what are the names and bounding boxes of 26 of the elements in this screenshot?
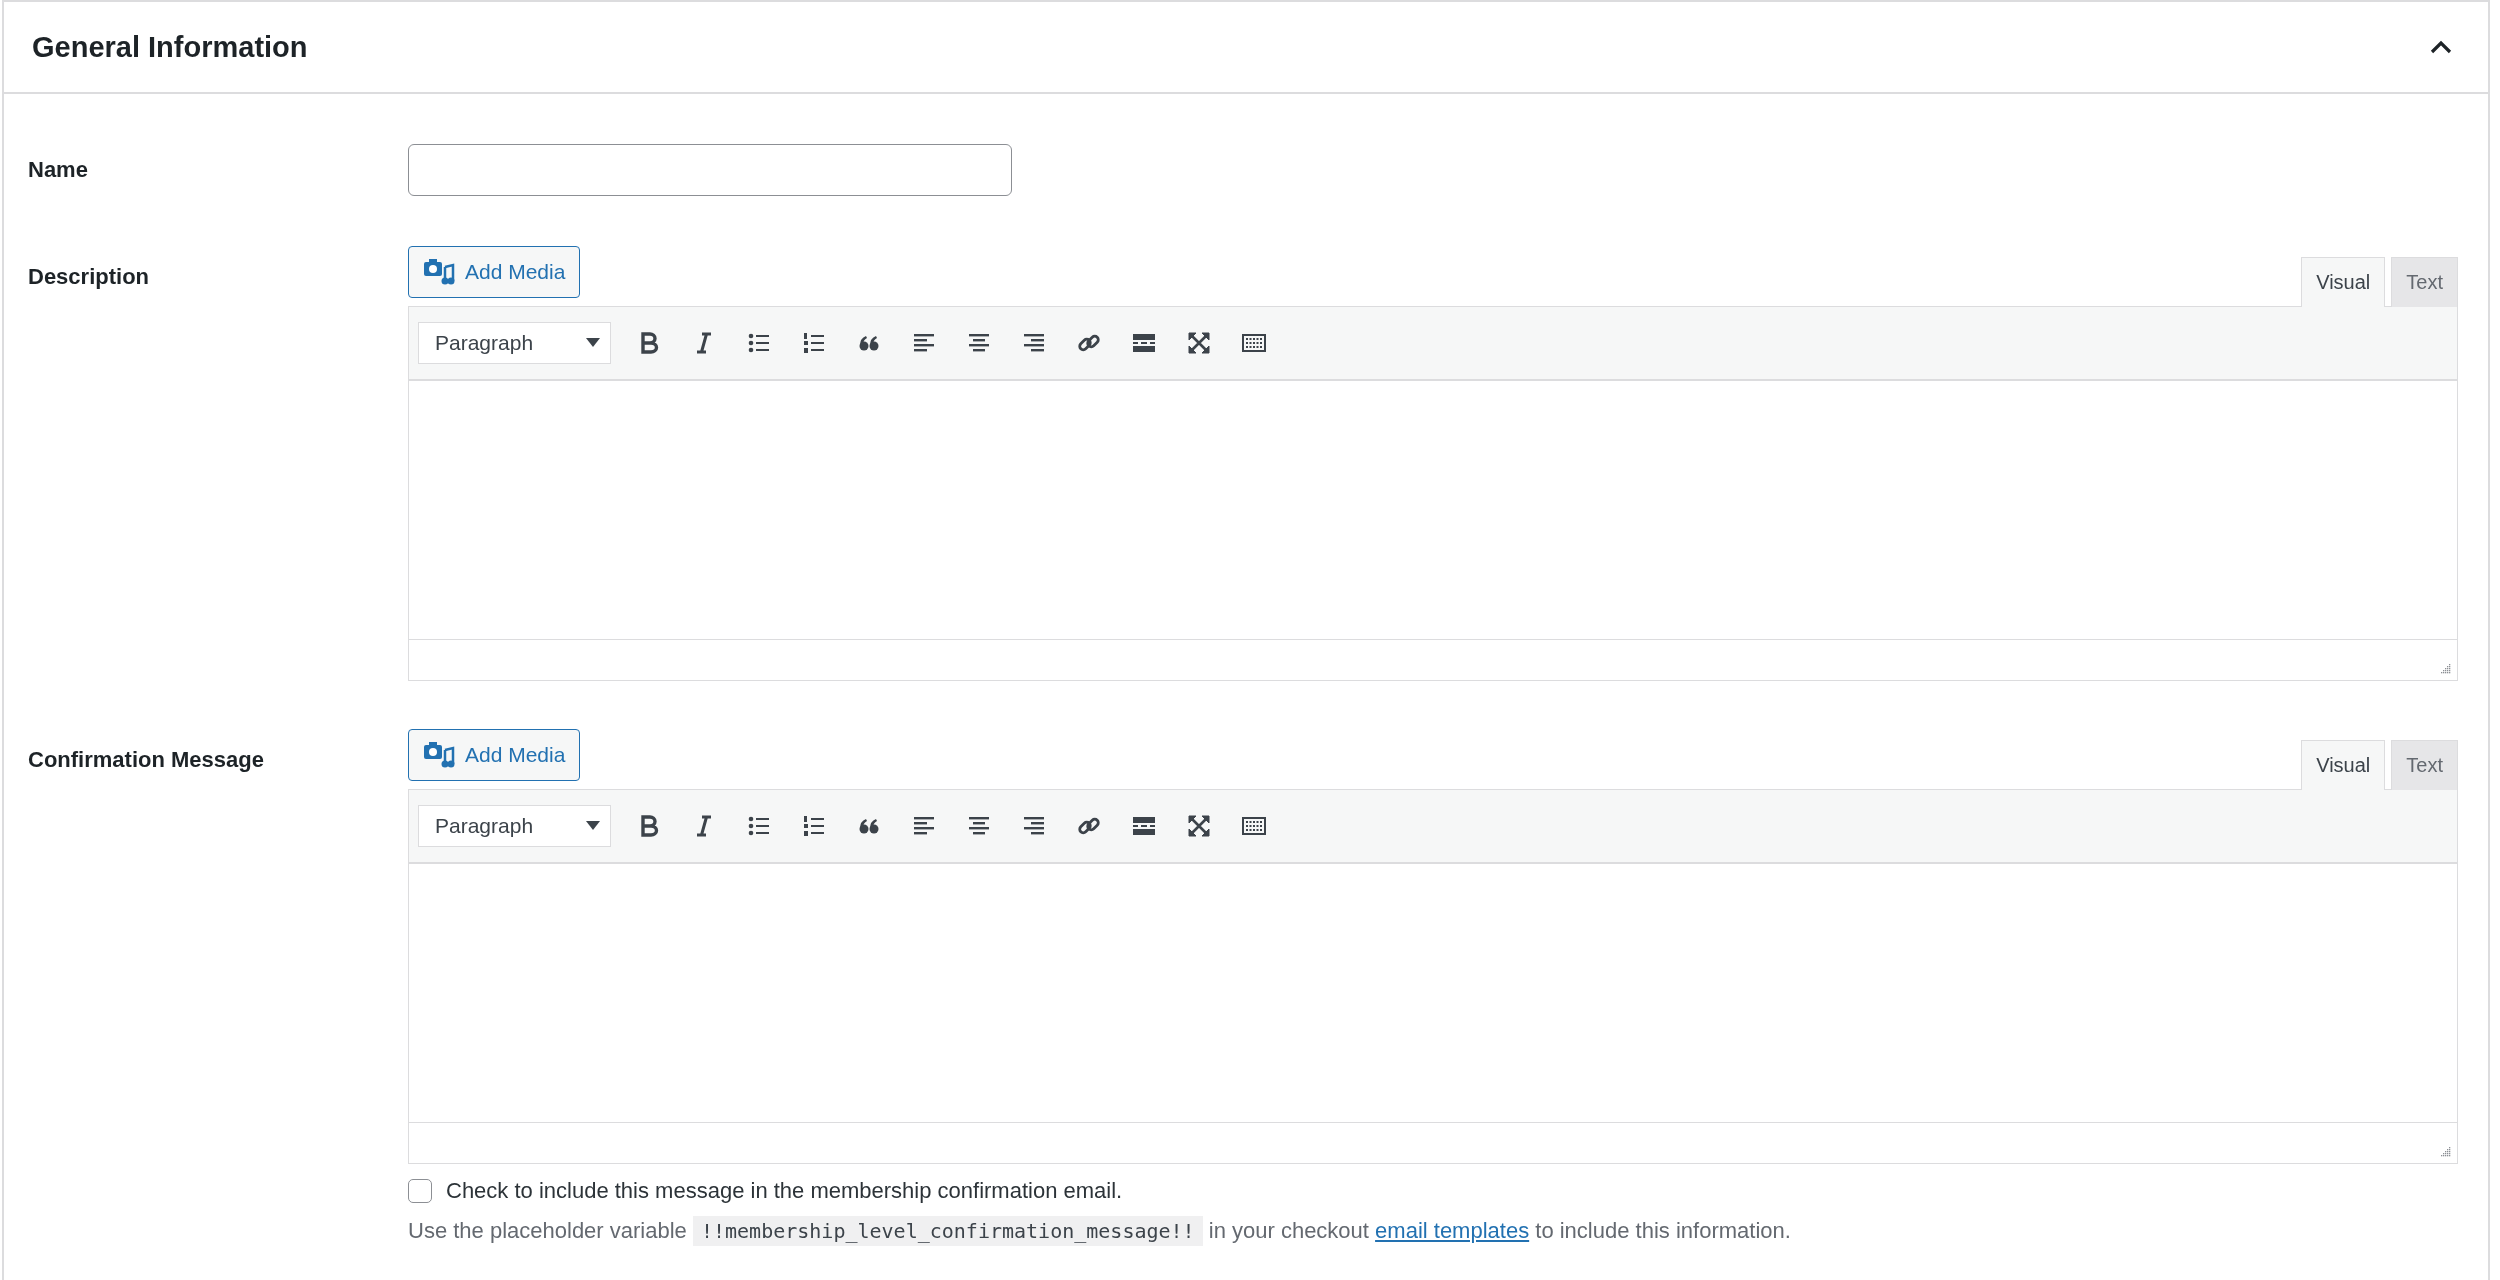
field-label: Name [28,157,89,183]
resize-handle-icon[interactable] [2439,662,2451,674]
editor-tab[interactable]: Text [2391,257,2458,307]
dropdown-arrow-icon [586,821,600,831]
checkbox-label: Check to include this message in the membership confirmation email. [446,1178,1123,1204]
field-label: Confirmation Message [28,746,265,774]
editor-tab[interactable]: Text [2391,740,2458,790]
help-text: Use the placeholder variable !!membership_level_confirmation_message!! in your checkout email templates to include this information. [408,1218,2458,1244]
add-media-button[interactable]: Add Media [408,729,581,781]
email-templates-link[interactable]: email templates [1375,1218,1530,1243]
dropdown-arrow-icon [586,338,600,348]
section-title: General Information [32,30,308,64]
media-icon [423,740,455,770]
caret-up-icon [2430,40,2452,54]
media-icon [423,257,455,287]
field-label: Description [28,263,151,291]
fullscreen-icon [1185,813,1212,839]
editor-tab[interactable]: Visual [2301,740,2386,790]
name-field[interactable] [408,144,1012,196]
add-media-button[interactable]: Add Media [408,246,581,298]
format-dropdown[interactable]: Paragraph [418,805,611,847]
editor-tab[interactable]: Visual [2301,257,2386,307]
format-dropdown[interactable]: Paragraph [418,322,611,364]
resize-handle-icon[interactable] [2439,1145,2451,1157]
fullscreen-icon [1185,330,1212,356]
include-checkbox[interactable] [408,1179,432,1203]
